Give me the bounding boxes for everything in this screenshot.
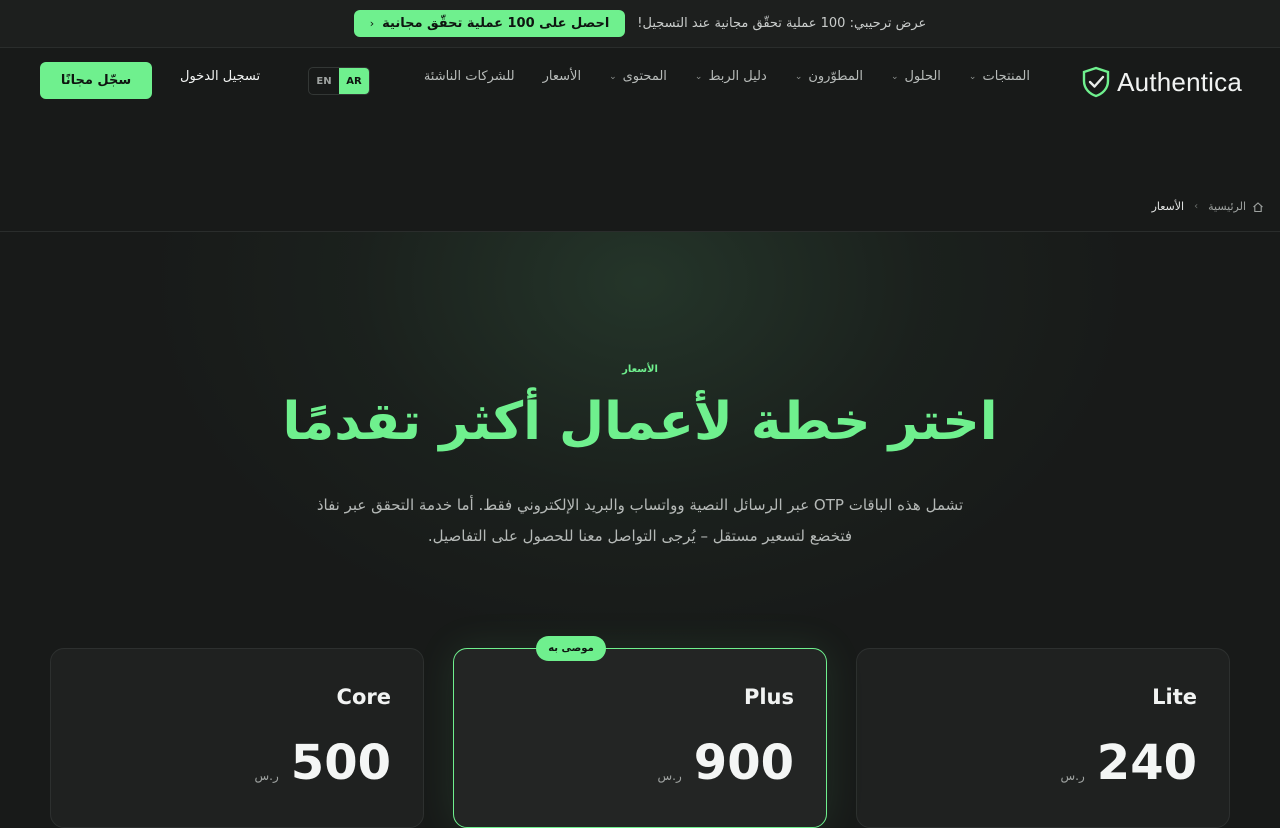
chevron-down-icon: ⌄ xyxy=(890,71,899,82)
plan-price: 500 ر.س xyxy=(255,739,391,787)
nav-item-content[interactable]: المحتوى ⌄ xyxy=(595,69,681,84)
nav-label: دليل الربط xyxy=(708,69,767,84)
breadcrumb-bar: الرئيسية › الأسعار xyxy=(0,186,1280,232)
breadcrumb-separator: › xyxy=(1194,201,1199,212)
hero-subtitle: تشمل هذه الباقات OTP عبر الرسائل النصية … xyxy=(316,496,964,545)
plan-name: Lite xyxy=(1152,685,1197,709)
nav-item-products[interactable]: المنتجات ⌄ xyxy=(955,69,1044,84)
promo-cta-button[interactable]: احصل على 100 عملية تحقّق مجانية ‹ xyxy=(353,10,626,37)
plan-name: Core xyxy=(336,685,391,709)
logo-text: Authentica xyxy=(1117,66,1242,97)
chevron-down-icon: ⌄ xyxy=(968,71,977,82)
promo-bar: عرض ترحيبي: 100 عملية تحقّق مجانية عند ا… xyxy=(0,0,1280,48)
recommended-badge: موصى به xyxy=(536,636,606,661)
chevron-left-icon: ‹ xyxy=(369,17,375,30)
signup-button[interactable]: سجّل مجانًا xyxy=(40,62,152,99)
nav-label: الحلول xyxy=(904,69,941,84)
nav-label: المطوّرون xyxy=(808,69,863,84)
breadcrumb-home[interactable]: الرئيسية xyxy=(1208,200,1246,213)
plan-price: 900 ر.س xyxy=(658,739,794,787)
plan-price: 240 ر.س xyxy=(1061,739,1197,787)
price-currency: ر.س xyxy=(657,769,682,783)
chevron-down-icon: ⌄ xyxy=(694,71,703,82)
price-value: 500 xyxy=(290,735,391,791)
chevron-down-icon: ⌄ xyxy=(794,71,803,82)
chevron-down-icon: ⌄ xyxy=(609,71,617,82)
plan-card-core[interactable]: Core 500 ر.س xyxy=(50,648,424,828)
price-value: 900 xyxy=(693,735,794,791)
site-header: Authentica المنتجات ⌄ الحلول ⌄ المطوّرون… xyxy=(0,49,1280,111)
plan-card-lite[interactable]: Lite 240 ر.س xyxy=(856,648,1230,828)
nav-item-startups[interactable]: للشركات الناشئة xyxy=(410,69,529,84)
price-currency: ر.س xyxy=(254,769,279,783)
login-link[interactable]: تسجيل الدخول xyxy=(180,69,260,84)
page-title: اختر خطة لأعمال أكثر تقدمًا xyxy=(282,392,998,452)
logo[interactable]: Authentica xyxy=(1079,65,1242,99)
main-nav: المنتجات ⌄ الحلول ⌄ المطوّرون ⌄ دليل الر… xyxy=(410,69,1044,84)
nav-label: المحتوى xyxy=(622,69,667,84)
promo-cta-label: احصل على 100 عملية تحقّق مجانية xyxy=(382,16,610,31)
plan-name: Plus xyxy=(743,685,794,709)
breadcrumb: الرئيسية › الأسعار xyxy=(1152,200,1264,213)
language-switcher: EN AR xyxy=(308,67,370,95)
nav-label: المنتجات xyxy=(982,69,1030,84)
nav-item-solutions[interactable]: الحلول ⌄ xyxy=(877,69,955,84)
nav-label: الأسعار xyxy=(542,69,582,84)
promo-text: عرض ترحيبي: 100 عملية تحقّق مجانية عند ا… xyxy=(637,16,927,31)
price-value: 240 xyxy=(1096,735,1197,791)
price-currency: ر.س xyxy=(1060,769,1085,783)
nav-item-pricing[interactable]: الأسعار xyxy=(529,69,595,84)
home-icon[interactable] xyxy=(1252,201,1264,213)
hero-eyebrow: الأسعار xyxy=(622,364,658,375)
nav-label: للشركات الناشئة xyxy=(423,69,515,84)
nav-item-developers[interactable]: المطوّرون ⌄ xyxy=(781,69,877,84)
plan-card-plus[interactable]: Plus 900 ر.س xyxy=(453,648,827,828)
lang-en-button[interactable]: EN xyxy=(309,68,339,94)
lang-ar-button[interactable]: AR xyxy=(339,68,369,94)
shield-check-icon xyxy=(1082,66,1110,98)
breadcrumb-current: الأسعار xyxy=(1151,200,1185,213)
nav-item-integration-guide[interactable]: دليل الربط ⌄ xyxy=(681,69,781,84)
